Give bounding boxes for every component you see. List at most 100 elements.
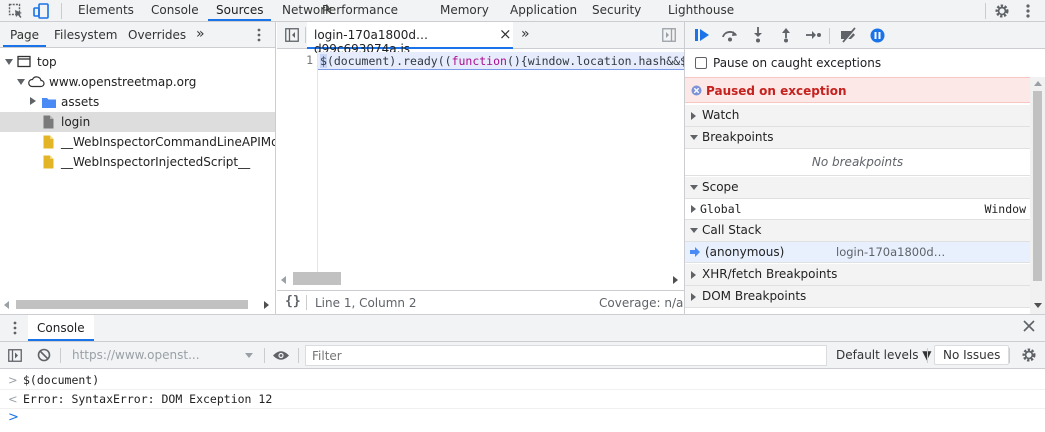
step-icon[interactable] bbox=[805, 29, 821, 41]
scrollbar-thumb[interactable] bbox=[1033, 91, 1042, 281]
more-options-icon[interactable] bbox=[1025, 2, 1031, 20]
tree-item-top[interactable]: top bbox=[0, 52, 275, 72]
tab-lighthouse[interactable]: Lighthouse bbox=[660, 0, 742, 21]
console-drawer: Console https://www.openst... Default le… bbox=[0, 314, 1045, 432]
scope-name: Global bbox=[700, 202, 742, 216]
paused-status-text: Paused on exception bbox=[706, 84, 847, 98]
tab-overrides[interactable]: Overrides bbox=[121, 22, 193, 47]
call-frame-row[interactable]: (anonymous) login-170a1800d…9c693074a.js… bbox=[685, 242, 1030, 280]
console-filter-input[interactable] bbox=[305, 345, 827, 366]
deactivate-breakpoints-icon[interactable] bbox=[840, 27, 858, 43]
console-message-result[interactable]: < Error: SyntaxError: DOM Exception 12 bbox=[0, 390, 1045, 409]
editor-horizontal-scrollbar[interactable] bbox=[277, 272, 684, 286]
script-file-icon bbox=[43, 155, 54, 169]
scroll-up-arrow-icon[interactable] bbox=[1034, 81, 1042, 86]
debugger-sidebar: Pause on caught exceptions Paused on exc… bbox=[684, 22, 1045, 314]
expanded-arrow-icon bbox=[17, 79, 25, 85]
console-message-text: Error: SyntaxError: DOM Exception 12 bbox=[23, 392, 273, 406]
drawer-menu-icon[interactable] bbox=[12, 321, 18, 335]
navigator-menu-icon[interactable] bbox=[256, 28, 262, 42]
watch-section-header[interactable]: Watch bbox=[685, 105, 1030, 127]
tab-sources[interactable]: Sources bbox=[208, 0, 272, 21]
tab-page[interactable]: Page bbox=[3, 22, 47, 47]
scrollbar-thumb[interactable] bbox=[293, 272, 341, 285]
log-levels-dropdown[interactable]: Default levels ▼ bbox=[836, 348, 932, 362]
more-tabs-chevron[interactable]: » bbox=[189, 22, 212, 47]
tree-item-assets[interactable]: assets bbox=[0, 92, 275, 112]
code-text: $(document).ready((function(){window.loc… bbox=[320, 54, 701, 68]
pause-caught-exceptions-checkbox[interactable]: Pause on caught exceptions bbox=[695, 55, 881, 71]
xhr-breakpoints-section-header[interactable]: XHR/fetch Breakpoints bbox=[685, 264, 1030, 286]
issues-button[interactable]: No Issues bbox=[934, 345, 1010, 365]
debugger-vertical-scrollbar[interactable] bbox=[1030, 77, 1045, 314]
toggle-debugger-icon[interactable] bbox=[662, 28, 676, 42]
collapsed-arrow-icon bbox=[30, 97, 36, 105]
folder-icon bbox=[41, 96, 57, 109]
console-prompt: > bbox=[8, 373, 18, 387]
close-tab-icon[interactable]: × bbox=[499, 25, 512, 43]
call-stack-section-header[interactable]: Call Stack bbox=[685, 220, 1030, 242]
checkbox-box[interactable] bbox=[695, 57, 707, 69]
scroll-left-arrow-icon[interactable] bbox=[4, 301, 9, 309]
toggle-navigator-icon[interactable] bbox=[285, 28, 299, 42]
tree-item-domain[interactable]: www.openstreetmap.org bbox=[0, 72, 275, 92]
console-sidebar-icon[interactable] bbox=[8, 349, 22, 362]
scroll-right-arrow-icon[interactable] bbox=[264, 301, 269, 309]
tree-item-label: __WebInspectorInjectedScript__ bbox=[61, 155, 251, 169]
pretty-print-icon[interactable]: {} bbox=[285, 294, 301, 309]
scroll-left-arrow-icon[interactable] bbox=[281, 276, 286, 284]
live-expression-eye-icon[interactable] bbox=[272, 350, 290, 361]
console-settings-gear-icon[interactable] bbox=[1021, 347, 1037, 363]
code-token: (){window.location.hash&&$( bbox=[506, 54, 694, 68]
tab-memory[interactable]: Memory bbox=[432, 0, 497, 21]
code-token: (document).ready(( bbox=[326, 54, 452, 68]
close-drawer-icon[interactable] bbox=[1023, 320, 1035, 332]
tab-console[interactable]: Console bbox=[143, 0, 207, 21]
resume-icon[interactable] bbox=[695, 28, 711, 42]
cursor-position: Line 1, Column 2 bbox=[315, 296, 417, 310]
code-line-1[interactable]: 1 $(document).ready((function(){window.l… bbox=[277, 52, 701, 70]
code-keyword: function bbox=[451, 54, 507, 68]
console-message-input[interactable]: > $(document) bbox=[0, 371, 1045, 390]
scope-value: Window bbox=[984, 202, 1026, 216]
section-title: Watch bbox=[702, 108, 740, 122]
line-number[interactable]: 1 bbox=[277, 53, 313, 67]
collapsed-arrow-icon bbox=[691, 205, 696, 213]
console-toolbar: https://www.openst... Default levels ▼ N… bbox=[0, 342, 1045, 369]
console-message-text: $(document) bbox=[23, 373, 100, 387]
tab-performance[interactable]: Performance bbox=[314, 0, 406, 21]
settings-gear-icon[interactable] bbox=[994, 3, 1010, 19]
tab-elements[interactable]: Elements bbox=[70, 0, 142, 21]
tree-item-injected-script[interactable]: __WebInspectorInjectedScript__ bbox=[0, 152, 275, 172]
dom-breakpoints-section-header[interactable]: DOM Breakpoints bbox=[685, 286, 1030, 308]
more-editor-tabs-chevron[interactable]: » bbox=[521, 26, 530, 42]
step-over-icon[interactable] bbox=[721, 28, 739, 42]
scope-global-row[interactable]: Global Window bbox=[685, 199, 1030, 220]
scroll-down-arrow-icon[interactable] bbox=[1034, 303, 1042, 308]
tab-security[interactable]: Security bbox=[584, 0, 649, 21]
context-selector[interactable]: https://www.openst... bbox=[66, 345, 258, 365]
tab-filesystem[interactable]: Filesystem bbox=[47, 22, 124, 47]
collapsed-arrow-icon bbox=[691, 112, 696, 120]
pause-on-exceptions-icon[interactable] bbox=[870, 28, 885, 43]
navigator-horizontal-scrollbar[interactable] bbox=[0, 297, 275, 311]
tree-item-label: assets bbox=[61, 95, 100, 109]
console-prompt-input[interactable]: > bbox=[0, 409, 1045, 431]
inspect-element-icon[interactable] bbox=[8, 3, 24, 19]
paused-on-exception-banner: Paused on exception bbox=[685, 77, 1030, 103]
editor-tab-login-js[interactable]: login-170a1800d…d99c693074a.js × bbox=[307, 22, 513, 56]
scrollbar-thumb[interactable] bbox=[16, 300, 248, 309]
breakpoints-section-header[interactable]: Breakpoints bbox=[685, 127, 1030, 149]
tree-item-commandline-module[interactable]: __WebInspectorCommandLineAPIModule bbox=[0, 132, 275, 152]
scope-section-header[interactable]: Scope bbox=[685, 177, 1030, 199]
chevron-down-icon bbox=[245, 353, 253, 358]
exception-icon bbox=[691, 85, 702, 96]
step-out-icon[interactable] bbox=[781, 27, 791, 43]
device-toolbar-icon[interactable] bbox=[33, 3, 51, 19]
tree-item-login[interactable]: login bbox=[0, 112, 275, 132]
clear-console-icon[interactable] bbox=[37, 348, 51, 362]
tab-application[interactable]: Application bbox=[502, 0, 585, 21]
tab-console-drawer[interactable]: Console bbox=[28, 315, 94, 341]
step-into-icon[interactable] bbox=[753, 27, 763, 43]
scroll-right-arrow-icon[interactable] bbox=[673, 276, 678, 284]
